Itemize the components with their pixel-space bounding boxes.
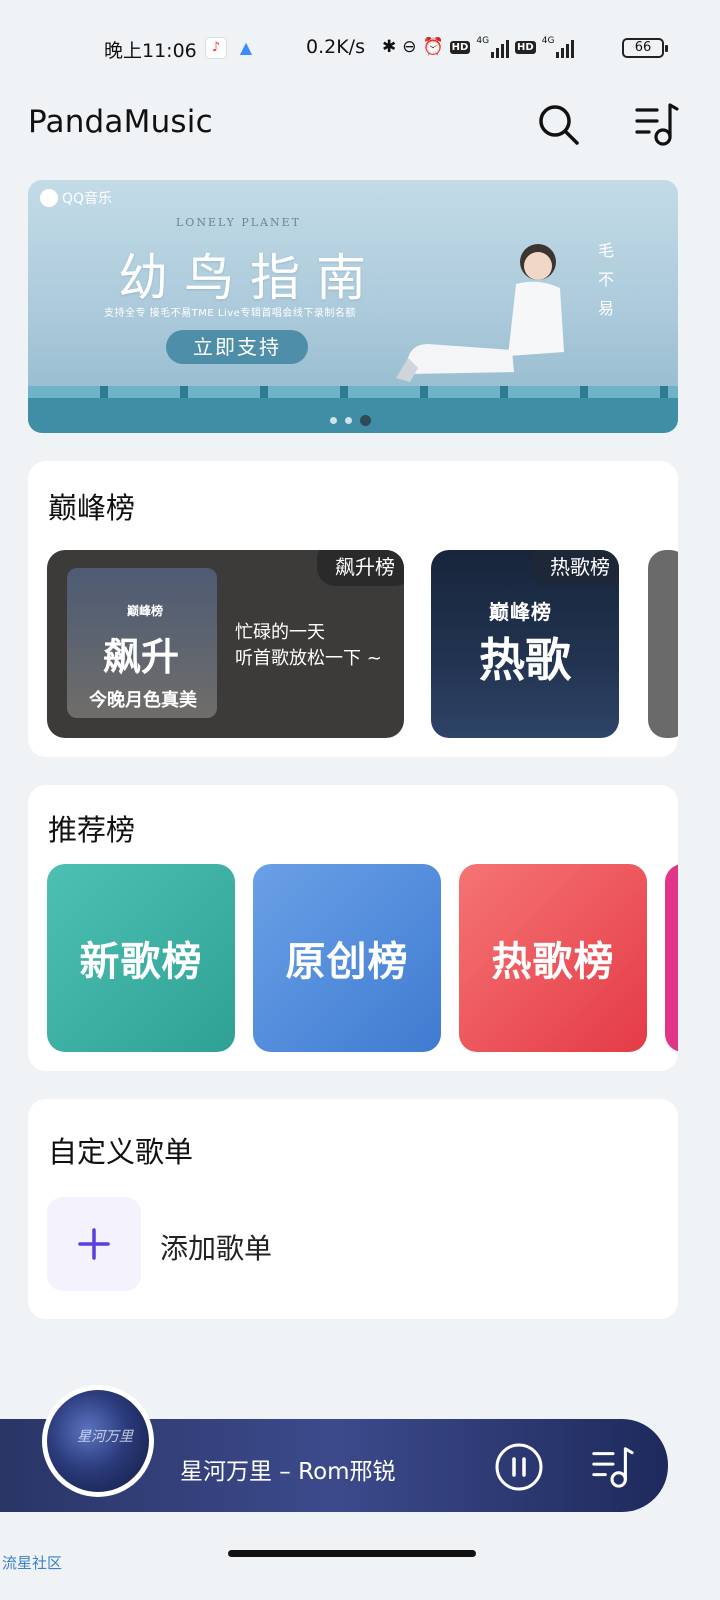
now-playing-title[interactable]: 星河万里 – Rom邢锐 (180, 1452, 396, 1486)
cover-song: 今晚月色真美 (89, 690, 197, 711)
banner-title: 幼鸟指南 (118, 249, 382, 307)
peak-charts-card: 巅峰榜 飙升榜 巅峰榜 飙升 今晚月色真美 忙碌的一天 听首歌放松一下 ~ 热歌… (28, 461, 678, 757)
chart-card-hot[interactable]: 热歌榜 巅峰榜 热歌 (431, 550, 619, 738)
cover-title: 热歌 (479, 633, 571, 687)
banner-logo-text: QQ音乐 (62, 191, 113, 207)
chart-card-partial[interactable] (648, 550, 678, 738)
custom-playlists-card: 自定义歌单 添加歌单 (28, 1099, 678, 1319)
home-indicator[interactable] (228, 1550, 476, 1557)
bluetooth-icon: ✱ (382, 37, 397, 57)
recommended-charts-title: 推荐榜 (48, 813, 136, 847)
search-button[interactable] (534, 100, 582, 148)
pause-icon (495, 1443, 543, 1491)
vibrate-icon: ⊖ (402, 37, 417, 57)
hd-badge: HD (449, 40, 471, 54)
banner-pagination (330, 415, 371, 426)
chart-description-line: 听首歌放松一下 ~ (235, 648, 382, 669)
cover-title: 飙升 (103, 635, 180, 679)
peak-charts-title: 巅峰榜 (48, 491, 136, 525)
custom-playlists-title: 自定义歌单 (48, 1135, 194, 1169)
pause-button[interactable] (495, 1443, 543, 1491)
status-icons: ✱ ⊖ ⏰ HD 4G HD 4G (382, 34, 575, 60)
watermark: 流星社区 (2, 1554, 63, 1572)
chart-tile-partial[interactable] (665, 864, 678, 1052)
qq-music-logo: QQ音乐 (40, 188, 112, 208)
chart-card-rising[interactable]: 飙升榜 巅峰榜 飙升 今晚月色真美 忙碌的一天 听首歌放松一下 ~ (47, 550, 404, 738)
network-type: 4G (476, 36, 490, 46)
network-type-2: 4G (541, 36, 555, 46)
pagination-dot[interactable] (330, 417, 337, 424)
chart-tile-hot-songs[interactable]: 热歌榜 (459, 864, 647, 1052)
cover-brand: 巅峰榜 (127, 604, 164, 618)
app-title: PandaMusic (28, 104, 213, 140)
banner-side-text: 毛不易 (597, 241, 614, 318)
chart-tile-original[interactable]: 原创榜 (253, 864, 441, 1052)
now-playing-artwork[interactable]: 星河万里 (42, 1385, 154, 1497)
music-notification-icon: ♪ (206, 38, 226, 58)
hd-badge-2: HD (515, 40, 536, 54)
recommended-charts-card: 推荐榜 新歌榜 原创榜 热歌榜 (28, 785, 678, 1071)
status-time: 晚上11:06 (104, 40, 197, 62)
artist-illustration (396, 244, 564, 382)
pagination-dot-active[interactable] (360, 415, 371, 426)
pagination-dot[interactable] (345, 417, 352, 424)
album-art-text: 星河万里 (77, 1429, 133, 1445)
chart-description: 忙碌的一天 听首歌放松一下 ~ (235, 620, 382, 672)
add-playlist-button[interactable] (47, 1197, 141, 1291)
cover-brand: 巅峰榜 (489, 600, 552, 624)
music-queue-icon (635, 103, 679, 146)
qq-music-logo-icon (40, 189, 58, 207)
chart-tag: 热歌榜 (532, 550, 619, 586)
chart-description-line: 忙碌的一天 (235, 622, 325, 643)
status-bar: 晚上11:06 ♪ ▲ 0.2K/s ✱ ⊖ ⏰ HD 4G HD 4G 66 (0, 0, 720, 96)
queue-button[interactable] (632, 100, 680, 148)
add-playlist-label[interactable]: 添加歌单 (160, 1227, 272, 1267)
playlist-button[interactable] (588, 1443, 636, 1491)
promo-banner[interactable]: QQ音乐 LONELY PLANET 幼鸟指南 支持全专 接毛不易TME Liv… (28, 180, 678, 433)
signal-icon-2: 4G (542, 36, 575, 58)
alarm-icon: ⏰ (422, 37, 444, 57)
chart-tag: 飙升榜 (317, 550, 404, 586)
network-speed: 0.2K/s (306, 36, 365, 58)
app-notification-icon: ▲ (239, 38, 253, 57)
banner-cta-button[interactable]: 立即支持 (166, 330, 308, 364)
signal-icon: 4G (476, 36, 510, 58)
battery-icon: 66 (622, 38, 668, 58)
chart-tile-new-songs[interactable]: 新歌榜 (47, 864, 235, 1052)
banner-description: 支持全专 接毛不易TME Live专辑首唱会线下录制名额 (104, 308, 356, 319)
chart-cover: 巅峰榜 飙升 今晚月色真美 (67, 568, 217, 718)
search-icon (539, 105, 579, 145)
album-art: 星河万里 (47, 1390, 149, 1492)
music-queue-icon (592, 1447, 634, 1488)
plus-icon (78, 1228, 110, 1260)
banner-subtitle: LONELY PLANET (176, 216, 301, 229)
